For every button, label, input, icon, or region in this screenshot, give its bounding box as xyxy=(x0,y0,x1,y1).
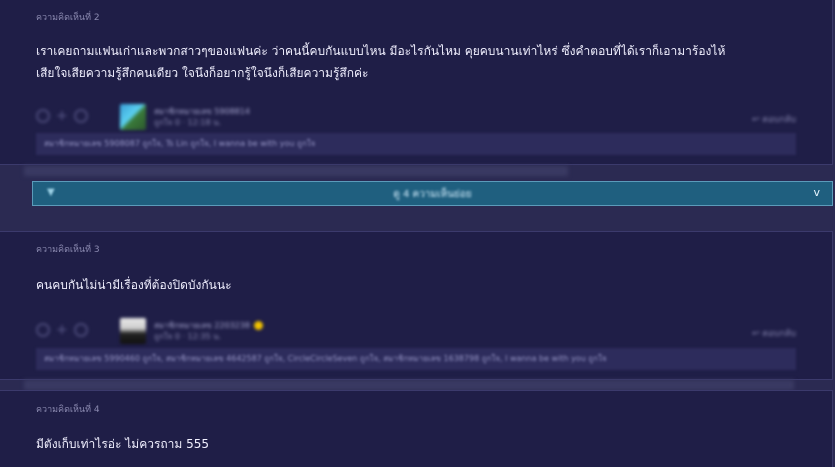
smiley-icon xyxy=(253,321,263,330)
emotion-icon[interactable] xyxy=(73,109,88,123)
heart-icon[interactable] xyxy=(36,323,50,337)
view-replies-label: ดู 4 ความเห็นย่อย xyxy=(393,189,472,200)
comment-text-line: เราเคยถามแฟนเก่าและพวกสาวๆของแฟนค่ะ ว่าค… xyxy=(36,44,726,58)
reply-icon: ↩ xyxy=(751,329,763,339)
chevron-down-icon: v xyxy=(813,186,820,199)
comment-4: ความคิดเห็นที่ 4 มีตังเก็บเท่าไรอ่ะ ไม่ค… xyxy=(0,390,833,467)
divider xyxy=(24,166,568,176)
timestamp: ถูกใจ 0 · 12:35 น. xyxy=(154,332,222,341)
reply-button[interactable]: ↩ ตอบกลับ xyxy=(752,326,796,340)
comment-text: เราเคยถามแฟนเก่าและพวกสาวๆของแฟนค่ะ ว่าค… xyxy=(36,40,792,84)
comment-meta: + สมาชิกหมายเลข 5908814 ถูกใจ 0 · 12:18 … xyxy=(36,102,796,132)
plus-icon[interactable]: + xyxy=(56,108,68,124)
comment-number: ความคิดเห็นที่ 3 xyxy=(36,245,100,255)
vote-controls: + xyxy=(36,322,88,338)
vote-controls: + xyxy=(36,108,88,124)
emotion-list: สมาชิกหมายเลข 5908087 ถูกใจ, Ts Lin ถูกใ… xyxy=(36,133,796,155)
reply-button[interactable]: ↩ ตอบกลับ xyxy=(752,112,796,126)
emotion-list: สมาชิกหมายเลข 5990460 ถูกใจ, สมาชิกหมายเ… xyxy=(36,348,796,370)
comment-meta: + สมาชิกหมายเลข 2203238 ถูกใจ 0 · 12:35 … xyxy=(36,316,796,346)
divider xyxy=(24,380,794,390)
timestamp: ถูกใจ 0 · 12:18 น. xyxy=(154,118,222,127)
reply-label: ตอบกลับ xyxy=(762,115,796,125)
comment-text: มีตังเก็บเท่าไรอ่ะ ไม่ควรถาม 555 xyxy=(36,437,210,451)
reply-icon: ↩ xyxy=(751,115,763,125)
avatar[interactable] xyxy=(120,318,146,344)
comment-3: ความคิดเห็นที่ 3 คนคบกันไม่น่ามีเรื่องที… xyxy=(0,231,833,380)
heart-icon[interactable] xyxy=(36,109,50,123)
reply-label: ตอบกลับ xyxy=(762,329,796,339)
comment-number: ความคิดเห็นที่ 4 xyxy=(36,405,100,415)
emotion-icon[interactable] xyxy=(73,323,88,337)
comment-text-line: เสียใจเสียความรู้สึกคนเดียว ใจนึงก็อยากร… xyxy=(36,66,369,80)
view-replies-button[interactable]: ▼ ดู 4 ความเห็นย่อย v xyxy=(32,181,833,206)
comment-text: คนคบกันไม่น่ามีเรื่องที่ต้องปิดบังกันนะ xyxy=(36,278,232,292)
comment-number: ความคิดเห็นที่ 2 xyxy=(36,13,100,23)
avatar[interactable] xyxy=(120,104,146,130)
comment-2: ความคิดเห็นที่ 2 เราเคยถามแฟนเก่าและพวกส… xyxy=(0,0,833,165)
plus-icon[interactable]: + xyxy=(56,322,68,338)
username-text: สมาชิกหมายเลข 2203238 xyxy=(154,321,250,330)
